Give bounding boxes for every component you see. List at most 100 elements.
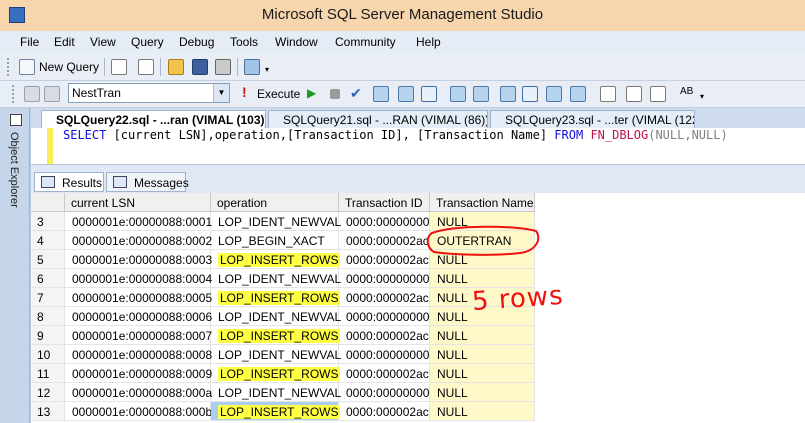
- sql-line[interactable]: SELECT [current LSN],operation,[Transact…: [63, 128, 728, 142]
- cell-transaction-id[interactable]: 0000:00000000: [339, 212, 430, 231]
- row-number[interactable]: 10: [31, 345, 65, 364]
- row-number[interactable]: 3: [31, 212, 65, 231]
- row-number-header[interactable]: [31, 193, 65, 212]
- execute-button[interactable]: Execute: [257, 87, 300, 101]
- parse-icon[interactable]: ✔: [350, 85, 362, 102]
- row-number[interactable]: 11: [31, 364, 65, 383]
- menu-debug[interactable]: Debug: [179, 35, 214, 49]
- column-header[interactable]: operation: [211, 193, 339, 212]
- menu-query[interactable]: Query: [131, 35, 164, 49]
- execute-icon[interactable]: !: [242, 84, 247, 100]
- database-select[interactable]: NestTran ▼: [68, 83, 230, 103]
- results-to-grid-icon[interactable]: [546, 86, 562, 102]
- menu-window[interactable]: Window: [275, 35, 318, 49]
- cell-transaction-id[interactable]: 0000:00000000: [339, 383, 430, 402]
- menu-help[interactable]: Help: [416, 35, 441, 49]
- cell-transaction-id[interactable]: 0000:00000000: [339, 269, 430, 288]
- cell-current-lsn[interactable]: 0000001e:00000088:0007: [65, 326, 212, 345]
- cell-current-lsn[interactable]: 0000001e:00000088:000b: [65, 402, 212, 421]
- object-explorer-dock[interactable]: Object Explorer: [0, 108, 30, 423]
- menu-edit[interactable]: Edit: [54, 35, 75, 49]
- cell-transaction-id[interactable]: 0000:00000000: [339, 345, 430, 364]
- column-header[interactable]: Transaction Name: [430, 193, 535, 212]
- cell-transaction-id[interactable]: 0000:000002ac: [339, 250, 430, 269]
- cell-transaction-id[interactable]: 0000:00000000: [339, 307, 430, 326]
- cell-transaction-name[interactable]: NULL: [430, 345, 535, 364]
- cell-operation[interactable]: LOP_INSERT_ROWS: [211, 250, 341, 269]
- uncomment-icon[interactable]: [626, 86, 642, 102]
- cell-transaction-name[interactable]: NULL: [430, 364, 535, 383]
- row-number[interactable]: 9: [31, 326, 65, 345]
- database-engine-query-icon[interactable]: [111, 59, 127, 75]
- menu-view[interactable]: View: [90, 35, 116, 49]
- row-number[interactable]: 6: [31, 269, 65, 288]
- comment-icon[interactable]: [600, 86, 616, 102]
- results-grid[interactable]: current LSN operation Transaction ID Tra…: [31, 193, 805, 423]
- cell-current-lsn[interactable]: 0000001e:00000088:0009: [65, 364, 212, 383]
- tab-sqlquery21[interactable]: SQLQuery21.sql - ...RAN (VIMAL (86))*: [268, 110, 488, 128]
- debug-run-icon[interactable]: ▶: [307, 86, 316, 100]
- include-plan-icon[interactable]: [473, 86, 489, 102]
- cell-operation[interactable]: LOP_IDENT_NEWVAL: [211, 212, 341, 231]
- new-query-icon[interactable]: [19, 59, 35, 75]
- cell-operation[interactable]: LOP_INSERT_ROWS: [211, 288, 341, 307]
- client-stats-icon[interactable]: [500, 86, 516, 102]
- cell-current-lsn[interactable]: 0000001e:00000088:0002: [65, 231, 212, 250]
- column-header[interactable]: current LSN: [65, 193, 211, 212]
- save-icon[interactable]: [192, 59, 208, 75]
- cell-operation[interactable]: LOP_INSERT_ROWS: [211, 326, 341, 345]
- row-number[interactable]: 12: [31, 383, 65, 402]
- row-number[interactable]: 5: [31, 250, 65, 269]
- results-to-file-icon[interactable]: [570, 86, 586, 102]
- tab-messages[interactable]: Messages: [106, 172, 189, 192]
- cell-transaction-id[interactable]: 0000:000002ac: [339, 288, 430, 307]
- menu-tools[interactable]: Tools: [230, 35, 258, 49]
- query-designer-icon[interactable]: [398, 86, 414, 102]
- chevron-down-icon[interactable]: ▼: [213, 84, 229, 102]
- cell-current-lsn[interactable]: 0000001e:00000088:0001: [65, 212, 212, 231]
- open-file-icon[interactable]: [168, 59, 184, 75]
- analyze-query-icon[interactable]: [450, 86, 466, 102]
- cell-current-lsn[interactable]: 0000001e:00000088:0005: [65, 288, 212, 307]
- print-icon[interactable]: [215, 59, 231, 75]
- tab-sqlquery22[interactable]: SQLQuery22.sql - ...ran (VIMAL (103))*: [41, 110, 266, 128]
- cell-operation[interactable]: LOP_INSERT_ROWS: [211, 364, 341, 383]
- spell-check-icon[interactable]: AB: [680, 86, 693, 97]
- column-header[interactable]: Transaction ID: [339, 193, 430, 212]
- cancel-query-icon[interactable]: [330, 89, 340, 99]
- cell-operation[interactable]: LOP_BEGIN_XACT: [211, 231, 339, 250]
- cell-current-lsn[interactable]: 0000001e:00000088:0008: [65, 345, 212, 364]
- cell-transaction-id[interactable]: 0000:000002ac: [339, 364, 430, 383]
- cell-transaction-id[interactable]: 0000:000002ac: [339, 402, 430, 421]
- cell-transaction-name[interactable]: NULL: [430, 402, 535, 421]
- cell-current-lsn[interactable]: 0000001e:00000088:000a: [65, 383, 212, 402]
- cell-operation[interactable]: LOP_IDENT_NEWVAL: [211, 269, 341, 288]
- menu-file[interactable]: File: [20, 35, 39, 49]
- menu-community[interactable]: Community: [335, 35, 396, 49]
- cell-current-lsn[interactable]: 0000001e:00000088:0006: [65, 307, 212, 326]
- cell-current-lsn[interactable]: 0000001e:00000088:0004: [65, 269, 212, 288]
- cell-current-lsn[interactable]: 0000001e:00000088:0003: [65, 250, 212, 269]
- cell-operation[interactable]: LOP_IDENT_NEWVAL: [211, 383, 341, 402]
- toolbar-overflow-icon[interactable]: ▾: [700, 92, 708, 101]
- tab-results[interactable]: Results: [34, 172, 104, 192]
- tab-sqlquery23[interactable]: SQLQuery23.sql - ...ter (VIMAL (122)): [490, 110, 695, 128]
- object-explorer-label[interactable]: Object Explorer: [8, 132, 20, 208]
- query-editor[interactable]: SELECT [current LSN],operation,[Transact…: [31, 128, 805, 164]
- connect-icon[interactable]: [24, 86, 40, 102]
- row-number[interactable]: 4: [31, 231, 65, 250]
- results-to-text-icon[interactable]: [522, 86, 538, 102]
- cell-operation[interactable]: LOP_IDENT_NEWVAL: [211, 307, 341, 326]
- cell-operation[interactable]: LOP_INSERT_ROWS: [211, 402, 341, 421]
- analysis-query-icon[interactable]: [138, 59, 154, 75]
- row-number[interactable]: 8: [31, 307, 65, 326]
- cell-operation[interactable]: LOP_IDENT_NEWVAL: [211, 345, 341, 364]
- specify-values-icon[interactable]: [421, 86, 437, 102]
- cell-transaction-name[interactable]: NULL: [430, 326, 535, 345]
- row-number[interactable]: 13: [31, 402, 65, 421]
- row-number[interactable]: 7: [31, 288, 65, 307]
- cell-transaction-id[interactable]: 0000:000002ac: [339, 326, 430, 345]
- display-plan-icon[interactable]: [373, 86, 389, 102]
- cell-transaction-name[interactable]: NULL: [430, 383, 535, 402]
- toolbar-grip[interactable]: [7, 58, 11, 76]
